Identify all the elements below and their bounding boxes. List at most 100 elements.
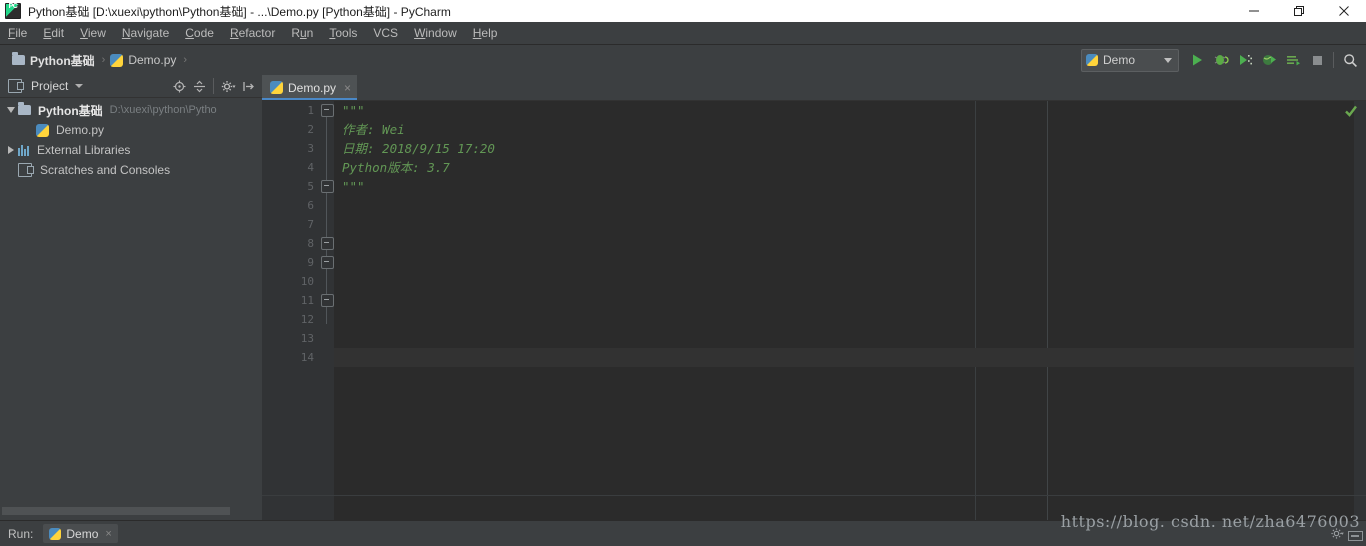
editor-tab-strip: Demo.py × xyxy=(262,75,1366,101)
hide-panel-icon[interactable] xyxy=(1348,531,1363,541)
line-number: 10 xyxy=(300,275,314,288)
maximize-icon[interactable] xyxy=(1276,0,1321,22)
code-text[interactable]: """ 作者: Wei 日期: 2018/9/15 17:20 Python版本… xyxy=(334,101,1366,521)
close-icon[interactable] xyxy=(1321,0,1366,22)
fold-marker-line-8[interactable] xyxy=(321,237,334,250)
run-label: Run: xyxy=(8,526,34,541)
code-line-1: """ xyxy=(334,101,1366,120)
menu-edit[interactable]: Edit xyxy=(35,24,72,42)
breadcrumb-item-file[interactable]: Demo.py xyxy=(106,50,182,70)
run-configuration-selector[interactable]: Demo xyxy=(1081,48,1179,72)
code-folding-gutter[interactable] xyxy=(320,101,334,521)
fold-marker-line-9[interactable] xyxy=(321,256,334,269)
menu-navigate[interactable]: Navigate xyxy=(114,24,177,42)
collapsed-arrow-icon[interactable] xyxy=(4,146,18,154)
run-button[interactable] xyxy=(1185,48,1209,72)
fold-marker-line-5[interactable] xyxy=(321,180,334,193)
python-file-icon xyxy=(36,123,49,137)
error-stripe-marker[interactable] xyxy=(1354,101,1366,521)
sidebar-horizontal-scrollbar[interactable] xyxy=(2,507,230,515)
project-tree: Python基础 D:\xuexi\python\Pytho Demo.py E… xyxy=(0,98,262,180)
run-tab-label: Demo xyxy=(66,526,99,541)
code-editor[interactable]: 1 2 3 4 5 6 7 8 9 10 11 12 13 14 """ 作者:… xyxy=(262,101,1366,521)
gear-icon[interactable] xyxy=(1331,527,1344,540)
tree-item-project-root[interactable]: Python基础 D:\xuexi\python\Pytho xyxy=(0,100,262,120)
code-line-text: """ xyxy=(342,179,365,194)
fold-region-line xyxy=(326,109,327,324)
python-file-icon xyxy=(270,81,283,94)
breadcrumb-separator: › xyxy=(101,54,106,66)
breadcrumb-label: Demo.py xyxy=(128,53,177,67)
coverage-button[interactable] xyxy=(1233,48,1257,72)
toolbar-divider xyxy=(1333,52,1334,68)
code-line-3: 日期: 2018/9/15 17:20 xyxy=(334,139,1366,158)
menu-bar: File Edit View Navigate Code Refactor Ru… xyxy=(0,22,1366,45)
code-line-5: """ xyxy=(334,177,1366,196)
line-number: 1 xyxy=(307,104,314,117)
ok-check-icon[interactable] xyxy=(1344,104,1358,118)
editor-bottom-divider xyxy=(262,495,1366,496)
minimize-icon[interactable] xyxy=(1231,0,1276,22)
close-icon[interactable]: × xyxy=(105,528,111,540)
menu-view[interactable]: View xyxy=(72,24,114,42)
line-number: 7 xyxy=(307,218,314,231)
tree-item-scratches-and-consoles[interactable]: Scratches and Consoles xyxy=(0,160,262,180)
menu-refactor[interactable]: Refactor xyxy=(222,24,283,42)
pycharm-logo-icon xyxy=(5,3,21,19)
run-tab-demo[interactable]: Demo × xyxy=(43,524,118,543)
line-number: 2 xyxy=(307,123,314,136)
menu-window[interactable]: Window xyxy=(406,24,465,42)
menu-code[interactable]: Code xyxy=(177,24,222,42)
fold-marker-line-11[interactable] xyxy=(321,294,334,307)
tree-item-path: D:\xuexi\python\Pytho xyxy=(109,104,217,116)
breadcrumb-label: Python基础 xyxy=(30,53,95,68)
menu-help[interactable]: Help xyxy=(465,24,506,42)
line-number: 9 xyxy=(307,256,314,269)
menu-file[interactable]: File xyxy=(0,24,35,42)
chevron-down-icon[interactable] xyxy=(75,84,84,88)
navigation-bar: Python基础 › Demo.py › Demo xyxy=(0,45,1366,76)
gear-icon[interactable] xyxy=(218,76,238,96)
python-file-icon xyxy=(49,527,62,540)
show-output-button[interactable] xyxy=(1281,48,1305,72)
project-icon xyxy=(8,79,24,93)
breadcrumb-item-project[interactable]: Python基础 xyxy=(8,49,101,72)
stop-button[interactable] xyxy=(1305,48,1329,72)
profile-button[interactable] xyxy=(1257,48,1281,72)
project-panel-tools xyxy=(169,75,258,97)
line-number: 8 xyxy=(307,237,314,250)
python-file-icon xyxy=(110,53,124,67)
search-icon[interactable] xyxy=(1338,48,1362,72)
expanded-arrow-icon[interactable] xyxy=(4,107,18,113)
target-icon[interactable] xyxy=(169,76,189,96)
scratches-icon xyxy=(18,163,34,177)
menu-vcs[interactable]: VCS xyxy=(365,24,406,42)
tab-demo-py[interactable]: Demo.py × xyxy=(262,75,358,100)
line-number: 3 xyxy=(307,142,314,155)
close-icon[interactable]: × xyxy=(344,82,351,94)
project-tool-window: Project Python基础 D:\xuexi\python\Pytho D… xyxy=(0,75,263,520)
line-number: 5 xyxy=(307,180,314,193)
tree-item-label: Scratches and Consoles xyxy=(40,163,171,177)
menu-run[interactable]: Run xyxy=(283,24,321,42)
menu-tools[interactable]: Tools xyxy=(321,24,365,42)
pycharm-window: Python基础 [D:\xuexi\python\Python基础] - ..… xyxy=(0,0,1366,546)
watermark-text: https://blog. csdn. net/zha6476003 xyxy=(1060,512,1360,531)
collapse-all-icon[interactable] xyxy=(189,76,209,96)
fold-marker-line-1[interactable] xyxy=(321,104,334,117)
tree-item-external-libraries[interactable]: External Libraries xyxy=(0,140,262,160)
window-controls xyxy=(1231,0,1366,22)
debug-button[interactable] xyxy=(1209,48,1233,72)
hide-panel-icon[interactable] xyxy=(238,76,258,96)
folder-icon xyxy=(18,102,31,115)
tree-item-demo-py[interactable]: Demo.py xyxy=(0,120,262,140)
code-line-2: 作者: Wei xyxy=(334,120,1366,139)
